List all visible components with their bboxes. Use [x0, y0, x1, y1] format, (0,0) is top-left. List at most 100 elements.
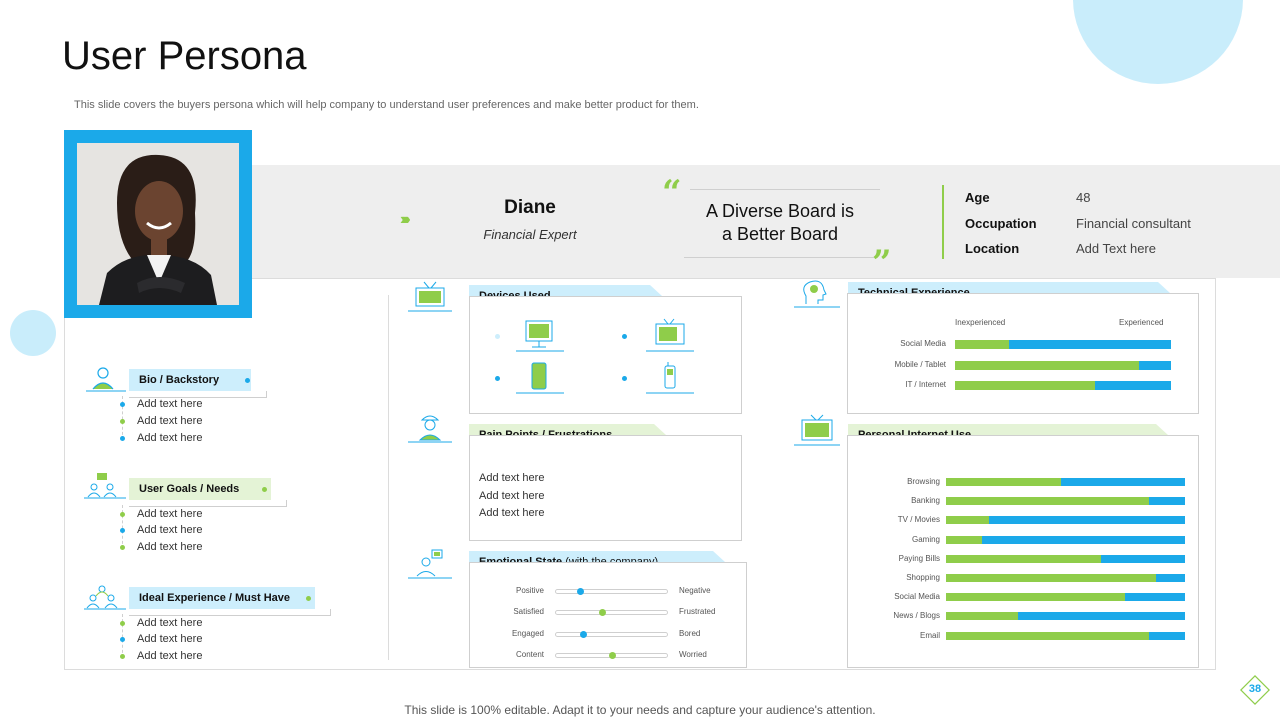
list-item: Add text here — [479, 472, 545, 484]
tag-dot — [245, 378, 250, 383]
column-divider — [388, 295, 389, 660]
emotion-right-label: Negative — [679, 586, 711, 595]
emotion-slider-knob — [608, 652, 616, 659]
info-label-age: Age — [965, 190, 990, 205]
bar-remainder — [989, 516, 1185, 524]
bar-fill-experience — [955, 361, 1139, 370]
quote-line-2: a Better Board — [721, 224, 839, 244]
page-title: User Persona — [62, 34, 307, 78]
chat-person-icon — [408, 548, 452, 587]
footer-note: This slide is 100% editable. Adapt it to… — [404, 703, 876, 717]
quote-divider-bottom — [684, 257, 874, 258]
scale-low-label: Inexperienced — [955, 318, 1006, 327]
page-subtitle: This slide covers the buyers persona whi… — [74, 99, 699, 111]
person-icon — [86, 367, 126, 398]
experience-bar — [955, 361, 1171, 370]
bar-label: Mobile / Tablet — [894, 360, 946, 369]
persona-role: Financial Expert — [483, 227, 577, 242]
bar-label: Banking — [911, 496, 940, 505]
bar-remainder — [1060, 478, 1185, 486]
usage-bar — [946, 516, 1185, 524]
decorative-circle-small — [10, 310, 56, 356]
list-item: Add text here — [120, 617, 202, 629]
bar-fill-usage — [946, 497, 1150, 505]
mobile-phone-icon — [644, 360, 696, 401]
bar-label: Email — [919, 631, 940, 640]
usage-bar — [946, 593, 1185, 601]
usage-bar — [946, 478, 1185, 486]
bar-fill-experience — [955, 340, 1009, 349]
bar-remainder — [1095, 381, 1171, 390]
bar-label: Social Media — [900, 339, 946, 348]
group-icon — [84, 584, 126, 617]
list-item: Add text here — [120, 398, 202, 410]
bar-remainder — [1125, 593, 1185, 601]
bar-remainder — [1009, 340, 1171, 349]
emotion-slider-track — [555, 589, 668, 594]
section-tag-ideal-experience: Ideal Experience / Must Have — [129, 587, 315, 609]
emotion-slider-knob — [576, 588, 584, 595]
emotion-left-label: Content — [515, 650, 544, 659]
bar-fill-usage — [946, 632, 1150, 640]
device-dot — [622, 376, 627, 381]
brain-head-icon — [794, 278, 840, 315]
tv-icon — [794, 414, 840, 453]
desktop-icon — [514, 318, 566, 359]
usage-bar — [946, 632, 1185, 640]
user-goals-icon — [84, 472, 126, 505]
info-value-age: 48 — [1076, 190, 1091, 205]
list-item: Add text here — [120, 508, 202, 520]
emotion-left-label: Engaged — [511, 629, 544, 638]
bar-fill-usage — [946, 593, 1126, 601]
usage-bar — [946, 536, 1185, 544]
list-item: Add text here — [479, 490, 545, 502]
decorative-circle-large — [1073, 0, 1243, 84]
quote-divider-top — [690, 189, 880, 190]
emotion-right-label: Frustrated — [679, 607, 716, 616]
device-dot — [495, 334, 500, 339]
emotion-left-label: Satisfied — [513, 607, 544, 616]
persona-quote: A Diverse Board is a Better Board — [690, 200, 870, 246]
bar-remainder — [1149, 497, 1185, 505]
devices-box — [469, 296, 742, 414]
usage-bar — [946, 555, 1185, 563]
info-label-occupation: Occupation — [965, 216, 1037, 231]
bar-remainder — [1101, 555, 1185, 563]
page-number: 38 — [1248, 683, 1262, 695]
bar-remainder — [1017, 612, 1185, 620]
bar-fill-usage — [946, 555, 1102, 563]
tag-connector — [129, 500, 287, 507]
tv-icon — [644, 318, 696, 359]
bar-label: Browsing — [907, 477, 940, 486]
bar-fill-usage — [946, 478, 1061, 486]
device-dot — [495, 376, 500, 381]
bar-fill-experience — [955, 381, 1096, 390]
persona-photo — [77, 143, 239, 305]
tag-connector — [129, 391, 267, 398]
quote-line-1: A Diverse Board is — [705, 201, 855, 221]
tv-icon — [408, 281, 452, 320]
bar-label: Shopping — [906, 573, 940, 582]
info-label-location: Location — [965, 241, 1020, 256]
info-value-location: Add Text here — [1076, 241, 1156, 256]
tag-connector — [129, 609, 331, 616]
bar-remainder — [1156, 574, 1185, 582]
bar-fill-usage — [946, 612, 1018, 620]
tag-dot — [306, 596, 311, 601]
bar-label: Social Media — [894, 592, 940, 601]
chevron-arrows-icon: ››››› — [400, 211, 410, 228]
list-item: Add text here — [120, 524, 202, 536]
page-number-badge: 38 — [1239, 674, 1271, 706]
worker-icon — [408, 412, 452, 451]
open-quote-icon: “ — [662, 173, 682, 213]
bar-fill-usage — [946, 536, 982, 544]
list-item: Add text here — [120, 432, 202, 444]
emotion-slider-track — [555, 632, 668, 637]
usage-bar — [946, 612, 1185, 620]
bar-label: TV / Movies — [897, 515, 940, 524]
bar-fill-usage — [946, 516, 990, 524]
persona-name: Diane — [504, 197, 556, 218]
close-quote-icon: ” — [872, 243, 892, 283]
experience-bar — [955, 381, 1171, 390]
section-tag-bio: Bio / Backstory — [129, 369, 251, 391]
